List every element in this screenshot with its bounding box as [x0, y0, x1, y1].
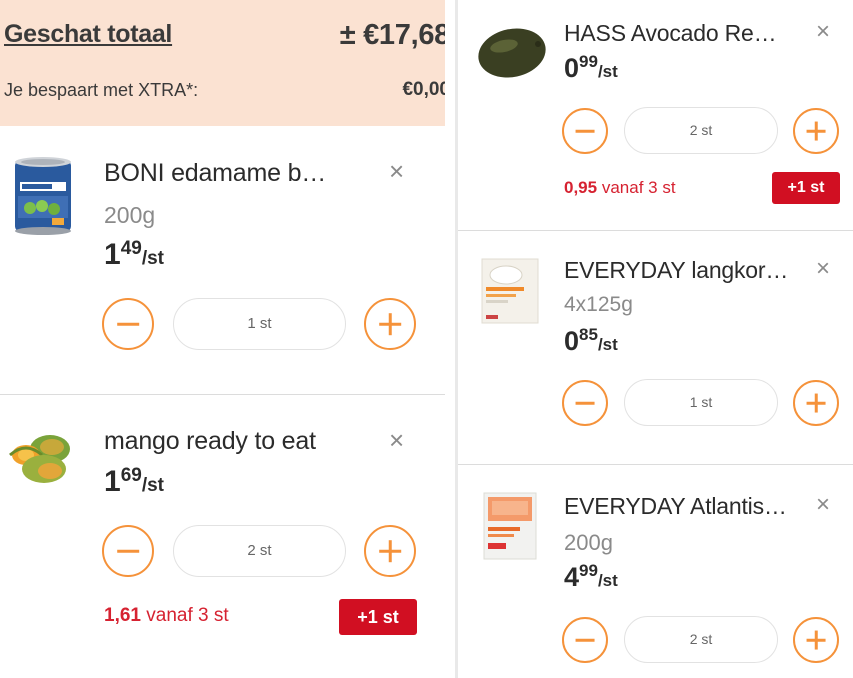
volume-discount-text: 0,95 vanaf 3 st — [564, 178, 676, 198]
price-cents: 99 — [579, 561, 598, 580]
add-one-promo-button[interactable]: +1 st — [339, 599, 417, 635]
cart-left-column: Geschat totaal ± €17,68 Je bespaart met … — [0, 0, 445, 678]
xtra-savings-label: Je bespaart met XTRA*: — [4, 80, 199, 100]
volume-discount-condition: vanaf 3 st — [146, 605, 229, 626]
cart-item-hass-avocado: HASS Avocado Re… 099/st × 2 st 0,95 vana… — [458, 0, 853, 230]
price-euro: 1 — [104, 465, 121, 498]
item-price: 099/st — [564, 52, 618, 84]
cart-item-everyday-salmon: EVERYDAY Atlantis… 200g 499/st × 2 st — [458, 465, 853, 678]
item-price: 169/st — [104, 465, 164, 499]
price-cents: 69 — [120, 465, 142, 486]
item-name[interactable]: BONI edamame b… — [104, 159, 326, 188]
increase-quantity-button[interactable] — [364, 525, 416, 577]
remove-item-button[interactable]: × — [816, 257, 830, 281]
estimated-total-link[interactable]: Geschat totaal — [4, 20, 172, 49]
item-name[interactable]: EVERYDAY Atlantis… — [564, 493, 787, 520]
cart-summary: Geschat totaal ± €17,68 Je bespaart met … — [0, 0, 445, 126]
price-cents: 49 — [120, 238, 142, 259]
decrease-quantity-button[interactable] — [562, 108, 608, 154]
cart-item-mango: mango ready to eat 169/st × 2 st 1,61 va… — [0, 395, 445, 656]
item-name[interactable]: HASS Avocado Re… — [564, 20, 777, 47]
price-cents: 85 — [579, 325, 598, 344]
remove-item-button[interactable]: × — [389, 427, 404, 453]
mango-icon — [6, 433, 74, 485]
item-weight: 200g — [564, 530, 613, 555]
price-unit: /st — [597, 62, 618, 81]
decrease-quantity-button[interactable] — [102, 525, 154, 577]
increase-quantity-button[interactable] — [793, 617, 839, 663]
increase-quantity-button[interactable] — [364, 298, 416, 350]
quantity-field[interactable]: 1 st — [624, 379, 778, 426]
volume-discount-text: 1,61 vanaf 3 st — [104, 605, 229, 627]
price-euro: 0 — [564, 326, 580, 356]
price-cents: 99 — [579, 52, 598, 71]
item-name[interactable]: EVERYDAY langkor… — [564, 257, 788, 284]
volume-discount-price: 1,61 — [104, 605, 141, 626]
cart-right-column: HASS Avocado Re… 099/st × 2 st 0,95 vana… — [458, 0, 853, 678]
quantity-field[interactable]: 1 st — [173, 298, 346, 350]
price-unit: /st — [141, 248, 165, 269]
minus-icon — [575, 401, 595, 405]
item-name[interactable]: mango ready to eat — [104, 427, 316, 456]
cart-item-everyday-rice: EVERYDAY langkor… 4x125g 085/st × 1 st — [458, 231, 853, 464]
add-one-promo-button[interactable]: +1 st — [772, 172, 840, 204]
item-weight: 200g — [104, 202, 156, 228]
edamame-can-icon — [12, 156, 74, 236]
item-price: 149/st — [104, 238, 164, 272]
item-price: 499/st — [564, 561, 618, 593]
quantity-field[interactable]: 2 st — [624, 107, 778, 154]
volume-discount-condition: vanaf 3 st — [601, 178, 676, 197]
quantity-field[interactable]: 2 st — [173, 525, 346, 577]
xtra-savings-value: €0,00 — [402, 79, 445, 100]
minus-icon — [117, 549, 139, 553]
price-euro: 1 — [104, 238, 121, 271]
quantity-field[interactable]: 2 st — [624, 616, 778, 663]
cart-item-boni-edamame: BONI edamame b… 200g 149/st × 1 st — [0, 126, 445, 394]
item-price: 085/st — [564, 325, 618, 357]
minus-icon — [575, 129, 595, 133]
remove-item-button[interactable]: × — [389, 158, 404, 184]
salmon-pack-icon — [482, 491, 538, 561]
price-unit: /st — [141, 475, 165, 496]
remove-item-button[interactable]: × — [816, 20, 830, 44]
price-euro: 4 — [564, 562, 580, 592]
avocado-icon — [476, 24, 548, 80]
increase-quantity-button[interactable] — [793, 108, 839, 154]
estimated-total-value: ± €17,68 — [339, 19, 445, 51]
decrease-quantity-button[interactable] — [562, 617, 608, 663]
price-unit: /st — [597, 571, 618, 590]
rice-pack-icon — [480, 257, 540, 325]
price-unit: /st — [597, 335, 618, 354]
price-euro: 0 — [564, 53, 580, 83]
decrease-quantity-button[interactable] — [102, 298, 154, 350]
item-weight: 4x125g — [564, 293, 633, 316]
volume-discount-price: 0,95 — [564, 178, 598, 197]
decrease-quantity-button[interactable] — [562, 380, 608, 426]
minus-icon — [117, 322, 139, 326]
increase-quantity-button[interactable] — [793, 380, 839, 426]
minus-icon — [575, 638, 595, 642]
remove-item-button[interactable]: × — [816, 493, 830, 517]
